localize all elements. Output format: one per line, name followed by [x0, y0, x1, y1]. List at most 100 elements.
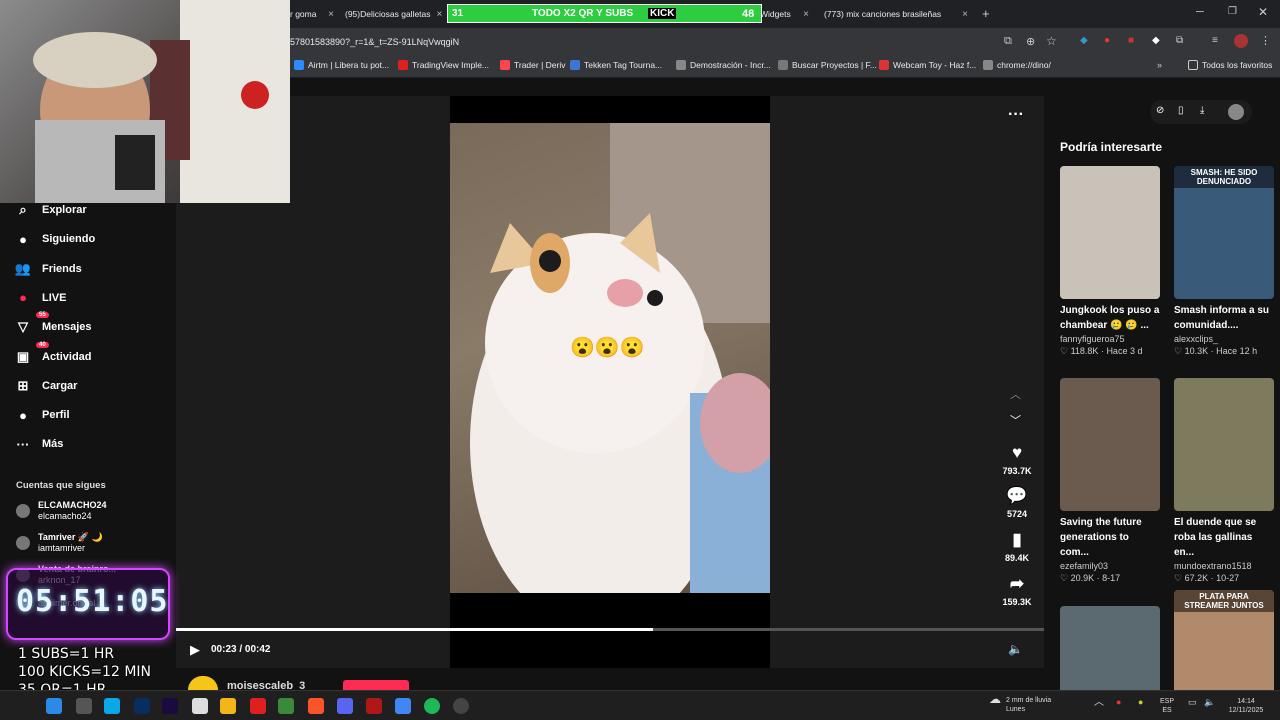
- cast-icon[interactable]: ⧉: [1004, 35, 1012, 48]
- menu-kebab-icon[interactable]: ⋮: [1260, 34, 1271, 47]
- extension-icon[interactable]: ◆: [1152, 35, 1160, 46]
- sidebar-item-profile-avatar[interactable]: ● Perfil: [14, 406, 69, 424]
- url-text[interactable]: 57801583890?_r=1&_t=ZS-91LNqVwqgiN: [290, 37, 459, 47]
- sidebar-item-label: Mensajes: [42, 321, 92, 334]
- edge-icon[interactable]: [104, 698, 120, 714]
- recommended-video[interactable]: Saving the future generations to com... e…: [1060, 378, 1160, 584]
- bookmark-item[interactable]: Webcam Toy - Haz f...: [879, 60, 976, 70]
- download-icon[interactable]: ⤓: [1200, 105, 1204, 116]
- video-progress-bar[interactable]: [176, 628, 1044, 631]
- close-window-button[interactable]: ✕: [1258, 5, 1268, 19]
- minecraft-icon[interactable]: [278, 698, 294, 714]
- close-tab-icon[interactable]: ×: [956, 9, 974, 20]
- coins-icon[interactable]: ⊘: [1156, 105, 1164, 116]
- notification-badge: 55: [36, 312, 49, 319]
- browser-tab[interactable]: (95)Deliciosas galletas ×: [345, 4, 445, 24]
- save-button[interactable]: ▮ 89.4K: [996, 530, 1038, 563]
- weather-icon[interactable]: ☁: [988, 693, 1002, 705]
- bookmark-item[interactable]: TradingView Imple...: [398, 60, 489, 70]
- new-tab-button[interactable]: +: [982, 6, 990, 21]
- comment-button[interactable]: 💬 5724: [996, 486, 1038, 519]
- app-icon[interactable]: [366, 698, 382, 714]
- recommended-video[interactable]: Jungkook los puso a chambear 🥲 🥲 ... fann…: [1060, 166, 1160, 357]
- extensions-puzzle-icon[interactable]: ⧉: [1176, 35, 1183, 46]
- video-meta: ♡ 118.8K · Hace 3 d: [1060, 346, 1160, 357]
- next-video-chevron-icon[interactable]: ﹀: [1010, 412, 1021, 428]
- profile-avatar[interactable]: [1234, 34, 1248, 48]
- obs-icon[interactable]: [453, 698, 469, 714]
- bookmark-item[interactable]: chrome://dino/: [983, 60, 1051, 70]
- browser-tab[interactable]: r goma ×: [290, 4, 340, 24]
- close-tab-icon[interactable]: ×: [431, 9, 445, 20]
- play-icon[interactable]: ▶: [190, 642, 200, 658]
- spotify-icon[interactable]: [424, 698, 440, 714]
- weather-widget[interactable]: 2 mm de lluvia Lunes: [1006, 696, 1051, 714]
- star-icon[interactable]: ☆: [1046, 34, 1057, 48]
- sidebar-item-messages[interactable]: ▽ 55 Mensajes: [14, 312, 92, 336]
- search-icon[interactable]: [76, 698, 92, 714]
- clock[interactable]: 14:14 12/11/2025: [1222, 697, 1270, 715]
- brave-icon[interactable]: [308, 698, 324, 714]
- video-title: El duende que se roba las gallinas en...: [1174, 517, 1257, 558]
- extension-icon[interactable]: ●: [1104, 35, 1110, 46]
- chrome-icon[interactable]: [395, 698, 411, 714]
- sidebar-item-friends[interactable]: 👥 Friends: [14, 260, 82, 278]
- extension-icon[interactable]: ■: [1128, 35, 1134, 46]
- discord-icon[interactable]: [337, 698, 353, 714]
- recommended-video[interactable]: SMASH: HE SIDO DENUNCIADO Smash informa a…: [1174, 166, 1274, 357]
- volume-icon[interactable]: 🔈: [1008, 642, 1023, 656]
- tray-mic-icon[interactable]: ●: [1138, 698, 1143, 707]
- video-age: Hace 12 h: [1216, 346, 1258, 356]
- followed-account[interactable]: Tamriver 🚀 🌙 iamtamriver: [16, 532, 103, 554]
- sidebar-item-upload[interactable]: ⊞ Cargar: [14, 377, 78, 395]
- sidebar-item-live[interactable]: ● LIVE: [14, 289, 66, 307]
- reading-list-icon[interactable]: ≡: [1212, 35, 1218, 46]
- file-explorer-icon[interactable]: [220, 698, 236, 714]
- profile-avatar[interactable]: [1228, 104, 1244, 120]
- network-icon[interactable]: ▭: [1188, 698, 1197, 707]
- windows-start-icon[interactable]: [46, 698, 62, 714]
- more-bookmarks-chevron-icon[interactable]: »: [1157, 60, 1162, 70]
- minimize-button[interactable]: ─: [1196, 6, 1204, 18]
- browser-tab[interactable]: Widgets ×: [760, 4, 815, 24]
- volume-tray-icon[interactable]: 🔈: [1204, 698, 1215, 707]
- zoom-icon[interactable]: ⊕: [1026, 35, 1035, 48]
- account-name: Tamriver 🚀 🌙: [38, 532, 103, 542]
- sidebar-item-compass[interactable]: ⌕ Explorar: [14, 201, 86, 219]
- bookmark-item[interactable]: Buscar Proyectos | F...: [778, 60, 877, 70]
- photoshop-icon[interactable]: [134, 698, 150, 714]
- like-button[interactable]: ♥ 793.7K: [996, 443, 1038, 476]
- follow-button[interactable]: [343, 680, 409, 690]
- author-name[interactable]: moisescaleb_3: [227, 680, 305, 690]
- tradingview-icon[interactable]: [250, 698, 266, 714]
- bookmark-label: Webcam Toy - Haz f...: [893, 60, 977, 70]
- sidebar-item-following-avatar[interactable]: ● Siguiendo: [14, 230, 95, 248]
- sidebar-item-activity[interactable]: ▣ 40 Actividad: [14, 341, 92, 366]
- tray-app-icon[interactable]: ●: [1116, 698, 1121, 707]
- bookmark-item[interactable]: Tekken Tag Tourna...: [570, 60, 662, 70]
- bookmark-favicon-icon: [879, 60, 889, 70]
- extension-icon[interactable]: ◆: [1080, 35, 1088, 46]
- browser-tab[interactable]: (773) mix canciones brasileñas ×: [824, 4, 974, 24]
- language-indicator[interactable]: ESP ES: [1160, 697, 1174, 715]
- share-button[interactable]: ➦ 159.3K: [996, 574, 1038, 607]
- bookmark-item[interactable]: Airtm | Libera tu pot...: [294, 60, 389, 70]
- close-tab-icon[interactable]: ×: [322, 9, 340, 20]
- premiere-icon[interactable]: [162, 698, 178, 714]
- previous-video-chevron-icon[interactable]: ︿: [1010, 386, 1021, 402]
- followed-account[interactable]: ELCAMACHO24 elcamacho24: [16, 500, 107, 522]
- device-icon[interactable]: ▯: [1178, 105, 1184, 116]
- bookmark-item[interactable]: Demostración - Incr...: [676, 60, 771, 70]
- more-options-icon[interactable]: ···: [1008, 106, 1024, 124]
- recommended-video[interactable]: [1060, 606, 1160, 690]
- store-icon[interactable]: [192, 698, 208, 714]
- sidebar-item-more[interactable]: ··· Más: [14, 435, 64, 453]
- recommended-video[interactable]: El duende que se roba las gallinas en...…: [1174, 378, 1274, 584]
- close-tab-icon[interactable]: ×: [797, 9, 815, 20]
- recommended-video[interactable]: PLATA PARA STREAMER JUNTOS: [1174, 590, 1274, 690]
- all-bookmarks-folder[interactable]: Todos los favoritos: [1188, 60, 1272, 70]
- tray-chevron-icon[interactable]: ︿: [1094, 698, 1104, 708]
- bookmark-item[interactable]: Trader | Deriv: [500, 60, 566, 70]
- maximize-button[interactable]: ❐: [1228, 6, 1237, 17]
- video-frame-cat[interactable]: 😮😮😮: [450, 123, 770, 593]
